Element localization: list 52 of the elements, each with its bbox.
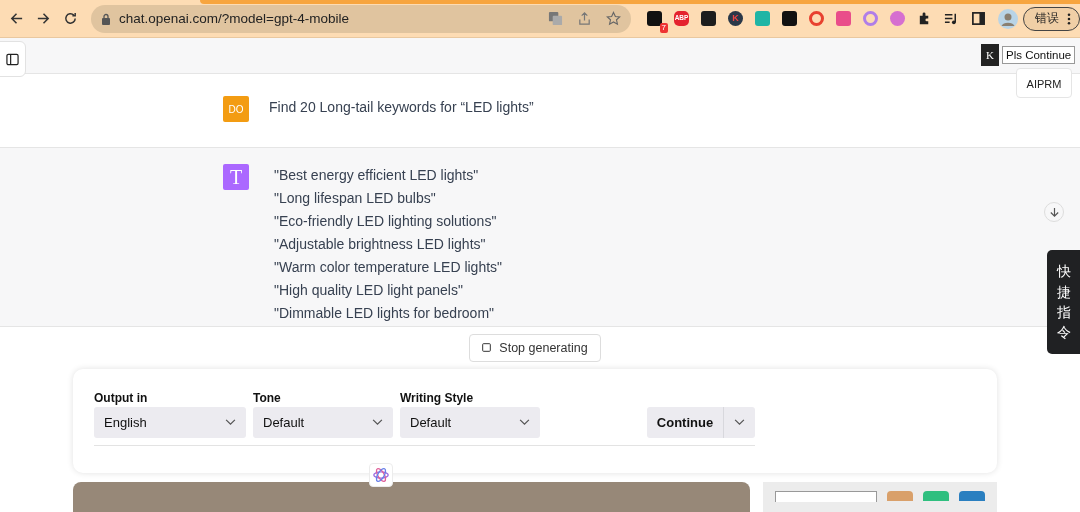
extension-icon[interactable] bbox=[701, 11, 716, 26]
message-text: "Adjustable brightness LED lights" bbox=[274, 235, 487, 254]
message-text: "Long lifespan LED bulbs" bbox=[274, 189, 437, 208]
input-bar[interactable] bbox=[73, 482, 750, 512]
field-label: Tone bbox=[253, 390, 282, 405]
url-text: chat.openai.com/?model=gpt-4-mobile bbox=[119, 11, 349, 26]
share-icon[interactable] bbox=[577, 11, 592, 26]
chevron-down-icon bbox=[519, 418, 530, 426]
dropdown[interactable]: English bbox=[94, 406, 246, 438]
forward-icon[interactable] bbox=[36, 11, 51, 26]
chevron-down-icon bbox=[372, 418, 383, 426]
reload-icon[interactable] bbox=[63, 11, 78, 26]
star-icon[interactable] bbox=[606, 11, 621, 26]
extension-icon[interactable] bbox=[809, 11, 824, 26]
more-icon[interactable] bbox=[1067, 12, 1071, 25]
extension-icon[interactable] bbox=[647, 11, 662, 26]
profile-avatar[interactable] bbox=[998, 8, 1018, 29]
extension-icon[interactable] bbox=[890, 11, 905, 26]
chevron-down-icon bbox=[225, 418, 236, 426]
message-text: "Dimmable LED lights for bedroom" bbox=[274, 304, 496, 323]
message-text: "Warm color temperature LED lights" bbox=[274, 258, 503, 277]
continue-chip[interactable]: Pls Continue bbox=[1002, 46, 1076, 64]
assistant-avatar: T bbox=[223, 164, 249, 190]
checkbox-icon bbox=[482, 343, 492, 353]
field-label: Writing Style bbox=[400, 390, 475, 405]
message-text: "Eco-friendly LED lighting solutions" bbox=[274, 212, 498, 231]
message-text: "Best energy efficient LED lights" bbox=[274, 166, 480, 185]
stop-generating-button[interactable]: Stop generating bbox=[469, 334, 601, 362]
back-icon[interactable] bbox=[9, 11, 24, 26]
aiprm-button[interactable]: AIPRM bbox=[1016, 68, 1072, 98]
extension-icon[interactable] bbox=[782, 11, 797, 26]
media-icon[interactable] bbox=[944, 11, 959, 26]
user-avatar: DO bbox=[223, 96, 249, 122]
arrow-down-icon bbox=[1048, 206, 1060, 218]
sidebar-toggle-button[interactable] bbox=[0, 41, 26, 77]
side-panel-icon[interactable] bbox=[971, 11, 986, 26]
address-bar[interactable]: chat.openai.com/?model=gpt-4-mobile bbox=[91, 4, 631, 33]
shortcut-tab[interactable]: 快捷指令 bbox=[1047, 250, 1080, 354]
continue-button[interactable]: Continue bbox=[647, 406, 723, 438]
field-label: Output in bbox=[94, 390, 149, 405]
message-text: "High quality LED light panels" bbox=[274, 281, 464, 300]
lock-icon bbox=[101, 12, 111, 25]
dropdown[interactable]: Default bbox=[253, 406, 393, 438]
dropdown[interactable]: Default bbox=[400, 406, 540, 438]
k-logo: K bbox=[981, 44, 999, 66]
chevron-down-icon bbox=[734, 418, 745, 426]
message-text: Find 20 Long-tail keywords for “LED lights” bbox=[269, 98, 534, 117]
count-badge: 7 bbox=[659, 23, 668, 33]
sidebar-icon bbox=[5, 52, 19, 66]
profile-button[interactable]: 错误 bbox=[1023, 6, 1080, 31]
translate-icon[interactable] bbox=[548, 11, 563, 26]
extension-icon[interactable] bbox=[863, 11, 878, 26]
